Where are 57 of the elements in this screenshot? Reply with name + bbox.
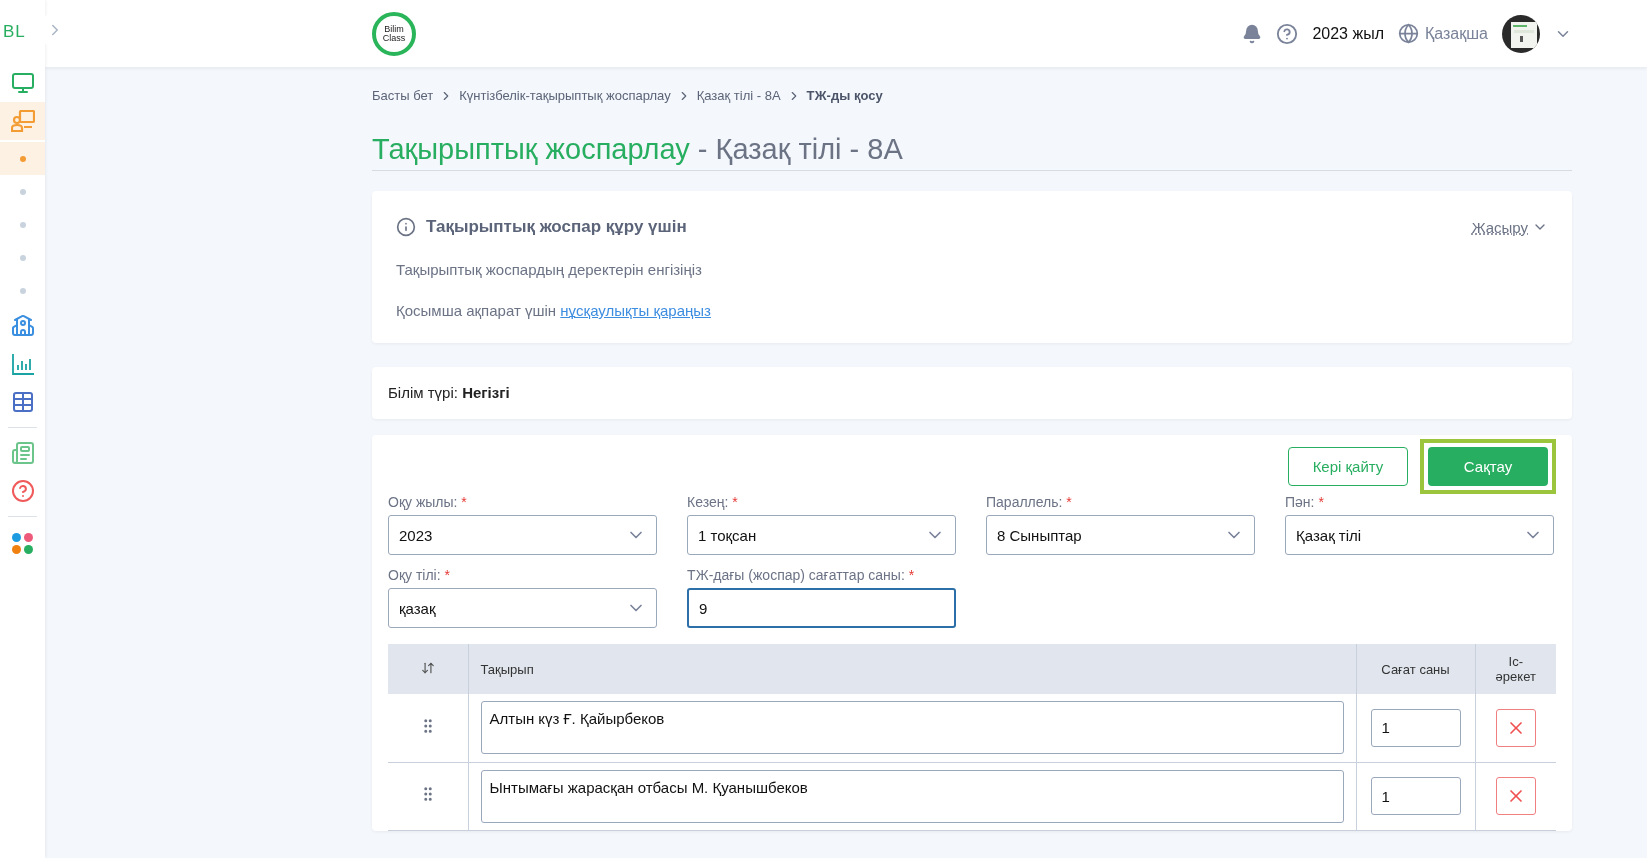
info-title: Тақырыптық жоспар құру үшін xyxy=(426,217,687,237)
bar-chart-icon[interactable] xyxy=(10,353,35,375)
school-icon[interactable] xyxy=(10,314,35,338)
teacher-board-icon[interactable] xyxy=(10,110,35,132)
topic-field[interactable]: Алтын күз Ғ. Қайырбеков xyxy=(480,701,1344,755)
info-note: Қосымша ақпарат үшін нұсқаулықты қараңыз xyxy=(396,302,712,319)
required-mark: * xyxy=(732,494,738,510)
hours-field[interactable]: 1 xyxy=(1370,708,1461,747)
sort-icon[interactable] xyxy=(420,660,435,675)
select-field[interactable]: Қазақ тілі xyxy=(1285,515,1554,555)
required-mark: * xyxy=(1066,494,1072,510)
globe-icon xyxy=(1398,23,1419,44)
required-mark: * xyxy=(908,567,915,583)
topic-field[interactable]: Ынтымағы жарасқан отбасы М. Қуанышбеков xyxy=(480,769,1344,823)
monitor-icon[interactable] xyxy=(10,71,35,95)
field-label: Оқу жылы: * xyxy=(388,494,468,510)
brand-logo[interactable]: Bilim Class xyxy=(372,11,416,56)
field-label: Параллель: * xyxy=(986,494,1073,510)
column-header: Іс-әрекет xyxy=(1475,644,1556,694)
table-icon[interactable] xyxy=(10,390,35,414)
select-field[interactable]: қазақ xyxy=(388,588,657,628)
select-field[interactable]: 8 Сыныптар xyxy=(986,515,1255,555)
select-field[interactable]: 2023 xyxy=(388,515,657,555)
sidebar-subitem[interactable] xyxy=(0,142,45,175)
language-selector[interactable]: Қазақша xyxy=(1398,23,1488,44)
breadcrumb-link[interactable]: Қазақ тілі - 8А xyxy=(696,88,781,103)
breadcrumb-link[interactable]: Басты бет xyxy=(372,88,434,103)
page-title: Тақырыптық жоспарлау xyxy=(372,133,690,166)
breadcrumb-link[interactable]: ТЖ-ды қосу xyxy=(806,88,883,103)
breadcrumb-link[interactable]: Күнтізбелік-тақырыптық жоспарлау xyxy=(459,88,671,103)
input-field[interactable]: 9 xyxy=(687,588,956,628)
info-icon xyxy=(396,217,416,237)
apps-icon[interactable] xyxy=(12,533,33,554)
help-icon[interactable] xyxy=(1276,22,1299,45)
column-header: Сағат саны xyxy=(1356,644,1475,694)
hide-toggle[interactable]: Жасыру xyxy=(1471,218,1548,236)
info-text: Тақырыптық жоспардың деректерін енгізіңіз xyxy=(396,261,703,278)
field-label: Кезең: * xyxy=(687,494,739,510)
required-mark: * xyxy=(1318,494,1324,510)
newspaper-icon[interactable] xyxy=(10,441,35,465)
help-icon[interactable] xyxy=(10,479,35,503)
education-type: Білім түрі: Негізгі xyxy=(388,384,510,401)
field-label: Оқу тілі: * xyxy=(388,567,451,583)
manual-link[interactable]: нұсқаулықты қараңыз xyxy=(560,302,711,319)
page-subtitle: - Қазақ тілі - 8А xyxy=(697,133,903,166)
select-field[interactable]: 1 тоқсан xyxy=(687,515,956,555)
field-label: ТЖ-дағы (жоспар) сағаттар саны: * xyxy=(687,567,916,583)
required-mark: * xyxy=(461,494,467,510)
column-header: Тақырып xyxy=(468,644,1356,694)
delete-button[interactable] xyxy=(1495,708,1536,747)
delete-button[interactable] xyxy=(1495,777,1536,815)
field-label: Пән: * xyxy=(1285,494,1325,510)
sidebar-item[interactable] xyxy=(0,102,45,140)
bell-icon[interactable] xyxy=(1242,23,1263,44)
hours-field[interactable]: 1 xyxy=(1370,777,1461,815)
required-mark: * xyxy=(444,567,450,583)
year-label[interactable]: 2023 жыл xyxy=(1312,24,1384,43)
